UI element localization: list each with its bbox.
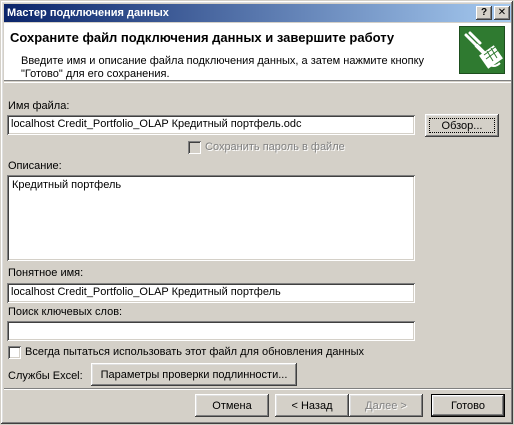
save-password-label: Сохранить пароль в файле [205,141,345,153]
friendly-name-label: Понятное имя: [8,267,84,279]
excel-services-label: Службы Excel: [8,370,83,382]
footer-divider [4,388,511,390]
filename-label: Имя файла: [8,100,70,112]
header-divider [4,82,511,83]
finish-button[interactable]: Готово [431,394,505,417]
next-button[interactable]: Далее > [349,394,423,417]
browse-button[interactable]: Обзор... [425,114,499,137]
keywords-input[interactable] [7,321,415,341]
window-title: Мастер подключения данных [7,7,169,19]
auth-settings-button[interactable]: Параметры проверки подлинности... [91,363,297,386]
always-use-checkbox[interactable] [8,346,21,359]
header-title: Сохраните файл подключения данных и заве… [10,30,395,45]
description-label: Описание: [8,160,62,172]
data-connection-plug-icon [459,26,505,74]
help-icon[interactable]: ? [476,6,492,20]
filename-input[interactable]: localhost Credit_Portfolio_OLAP Кредитны… [7,115,415,135]
back-button[interactable]: < Назад [275,394,349,417]
always-use-label: Всегда пытаться использовать этот файл д… [25,346,365,358]
friendly-name-input[interactable]: localhost Credit_Portfolio_OLAP Кредитны… [7,283,415,303]
title-bar[interactable]: Мастер подключения данных ? ✕ [4,4,511,22]
plug-graphic [464,31,503,69]
header-description: Введите имя и описание файла подключения… [21,55,425,80]
save-password-checkbox[interactable] [188,141,201,154]
cancel-button[interactable]: Отмена [195,394,269,417]
wizard-window: Мастер подключения данных ? ✕ Сохраните … [0,0,514,425]
description-textarea[interactable]: Кредитный портфель [7,175,415,261]
close-icon[interactable]: ✕ [494,6,510,20]
wizard-header: Сохраните файл подключения данных и заве… [4,23,511,81]
keywords-label: Поиск ключевых слов: [8,306,123,318]
